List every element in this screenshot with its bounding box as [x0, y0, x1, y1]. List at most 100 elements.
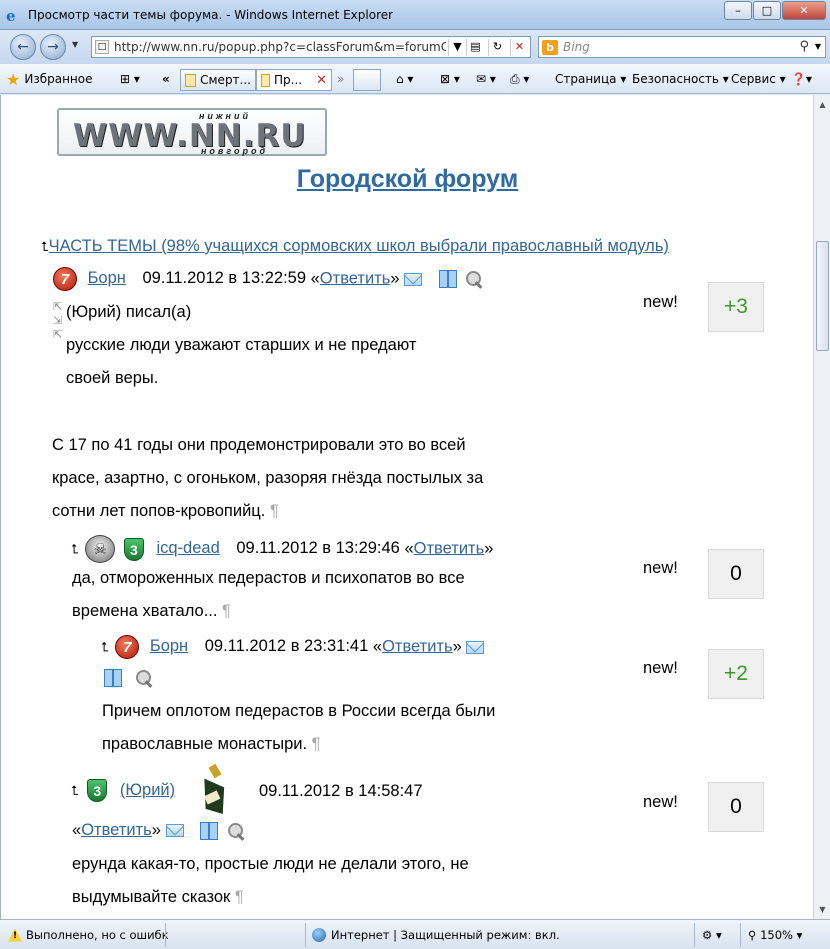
- up-arrow-icon[interactable]: ⮤: [101, 639, 109, 654]
- tab-close-icon[interactable]: ✕: [316, 73, 327, 88]
- back-button[interactable]: ←: [10, 34, 36, 60]
- champagne-gift-icon[interactable]: [199, 763, 233, 817]
- up-arrow-icon[interactable]: ⮤: [71, 783, 79, 798]
- favorites-button[interactable]: ★ Избранное: [6, 68, 93, 90]
- address-dropdown-icon[interactable]: ▼: [448, 39, 466, 56]
- favorites-star-icon: ★: [6, 69, 21, 89]
- search-dropdown-icon[interactable]: ▼: [815, 42, 821, 51]
- home-icon[interactable]: ⌂ ▾: [396, 69, 413, 89]
- gift-icon[interactable]: [104, 668, 122, 687]
- rating-button[interactable]: 0: [708, 782, 764, 832]
- author-link[interactable]: Борн: [88, 269, 126, 287]
- mail-icon[interactable]: [404, 272, 423, 286]
- tabs-scroll-left-icon[interactable]: «: [162, 69, 170, 89]
- mail-icon[interactable]: [466, 640, 485, 654]
- search-box[interactable]: b Bing ⚲ ▼: [538, 36, 826, 58]
- author-link[interactable]: (Юрий): [120, 781, 175, 799]
- skull-badge-icon: ☠: [85, 535, 116, 563]
- compatibility-view-icon[interactable]: ▤: [466, 39, 484, 56]
- refresh-icon[interactable]: ↻: [488, 39, 506, 56]
- new-label: new!: [643, 793, 678, 811]
- scrollbar-thumb[interactable]: [816, 241, 829, 351]
- gift-icon[interactable]: [200, 821, 219, 840]
- new-tab-button[interactable]: [353, 69, 381, 91]
- feeds-icon[interactable]: ⊠ ▾: [440, 69, 460, 89]
- new-label: new!: [643, 559, 678, 577]
- bing-logo-icon: b: [542, 40, 558, 55]
- search-posts-icon[interactable]: [135, 669, 153, 687]
- tabs-scroll-right-icon[interactable]: »: [337, 69, 344, 89]
- pilcrow-icon[interactable]: ¶: [222, 602, 231, 620]
- internet-zone-icon: [312, 928, 326, 942]
- read-mail-icon[interactable]: ✉ ▾: [476, 69, 496, 89]
- window-title: Просмотр части темы форума. - Windows In…: [28, 8, 394, 22]
- page-menu[interactable]: Страница ▾: [555, 69, 626, 89]
- rating-button[interactable]: +2: [708, 649, 764, 699]
- minimize-button[interactable]: –: [724, 1, 752, 20]
- reply-link[interactable]: Ответить: [81, 821, 152, 839]
- pilcrow-icon[interactable]: ¶: [270, 502, 279, 520]
- tab-death[interactable]: Смерт...: [180, 69, 256, 91]
- search-posts-icon[interactable]: [465, 270, 483, 288]
- up-arrow-icon[interactable]: ⮤: [41, 239, 49, 254]
- page-favicon-icon: □: [95, 40, 109, 54]
- rating-button[interactable]: 0: [708, 549, 764, 599]
- tools-menu[interactable]: Сервис ▾: [731, 69, 786, 89]
- tab-forum-popup[interactable]: Пр... ✕: [256, 69, 332, 91]
- ie-logo-icon: e: [6, 7, 16, 25]
- search-posts-icon[interactable]: [227, 822, 245, 840]
- site-logo[interactable]: нижний WWW.NN.RU новгород: [57, 108, 327, 156]
- scroll-down-icon[interactable]: ▼: [816, 902, 829, 917]
- address-bar[interactable]: □ http://www.nn.ru/popup.php?c=classForu…: [91, 36, 531, 58]
- post-actions-row: «Ответить»: [72, 821, 245, 840]
- help-icon[interactable]: ❓▾: [791, 69, 812, 89]
- security-zone[interactable]: Интернет | Защищенный режим: вкл.: [312, 924, 560, 946]
- tab-page-icon: [261, 73, 270, 87]
- print-icon[interactable]: ⎙ ▾: [510, 69, 529, 89]
- thread-link-row: ⮤ЧАСТЬ ТЕМЫ (98% учащихся сормовских шко…: [41, 237, 669, 256]
- pilcrow-icon[interactable]: ¶: [235, 888, 244, 906]
- rank-7-badge-icon: 7: [53, 267, 77, 291]
- thread-link[interactable]: ЧАСТЬ ТЕМЫ (98% учащихся сормовских школ…: [49, 237, 669, 255]
- author-link[interactable]: icq-dead: [156, 539, 219, 557]
- status-message[interactable]: ! Выполнено, но с ошибк: [8, 924, 169, 946]
- up-arrow-icon[interactable]: ⮤: [71, 541, 79, 556]
- reply-link[interactable]: Ответить: [382, 637, 453, 655]
- search-icon[interactable]: ⚲: [799, 39, 809, 54]
- pilcrow-icon[interactable]: ¶: [312, 735, 321, 753]
- zoom-icon: ⚲: [748, 928, 761, 942]
- rating-button[interactable]: +3: [708, 282, 764, 332]
- mail-icon[interactable]: [165, 824, 184, 838]
- post-text-line: С 17 по 41 годы они продемонстрировали э…: [52, 436, 466, 454]
- post-text-line-last: православные монастыри. ¶: [102, 735, 321, 753]
- post-text-line-last: времена хватало... ¶: [72, 602, 231, 620]
- reply-open-quote: «: [310, 269, 320, 288]
- vertical-scrollbar[interactable]: ▲ ▼: [813, 95, 830, 919]
- author-link[interactable]: Борн: [150, 637, 188, 655]
- gift-icon[interactable]: [438, 270, 457, 288]
- maximize-button[interactable]: □: [753, 1, 781, 20]
- forum-title[interactable]: Городской форум: [1, 165, 813, 194]
- reply-link[interactable]: Ответить: [320, 269, 391, 287]
- tab-label: Пр...: [274, 73, 303, 87]
- post-text-line-last: сотни лет попов-кровопийц. ¶: [52, 502, 279, 520]
- rank-7-badge-icon: 7: [115, 635, 140, 659]
- post-text-line: Причем оплотом педерастов в России всегд…: [102, 702, 496, 720]
- new-label: new!: [643, 659, 678, 677]
- reply-link[interactable]: Ответить: [414, 539, 485, 557]
- post-header: 7 Борн 09.11.2012 в 13:22:59 «Ответить»: [53, 267, 483, 291]
- history-dropdown-icon[interactable]: ▼: [72, 40, 78, 49]
- tab-label: Смерт...: [200, 73, 251, 87]
- close-window-button[interactable]: ✕: [782, 1, 826, 20]
- quick-tabs-icon[interactable]: ⊞ ▾: [120, 69, 140, 89]
- window-controls: – □ ✕: [723, 1, 826, 20]
- forward-button[interactable]: →: [40, 34, 66, 60]
- security-menu[interactable]: Безопасность ▾: [632, 69, 729, 89]
- zoom-control[interactable]: ⚲ 150% ▾: [748, 924, 802, 946]
- address-url[interactable]: http://www.nn.ru/popup.php?c=classForum&…: [114, 40, 446, 54]
- stop-icon[interactable]: ✕: [510, 39, 528, 56]
- post-text-line: красе, азартно, с огоньком, разоряя гнёз…: [52, 469, 484, 487]
- protected-mode-icon[interactable]: ⚙ ▾: [702, 924, 722, 946]
- window-titlebar: e Просмотр части темы форума. - Windows …: [0, 0, 830, 30]
- scroll-up-icon[interactable]: ▲: [816, 97, 829, 112]
